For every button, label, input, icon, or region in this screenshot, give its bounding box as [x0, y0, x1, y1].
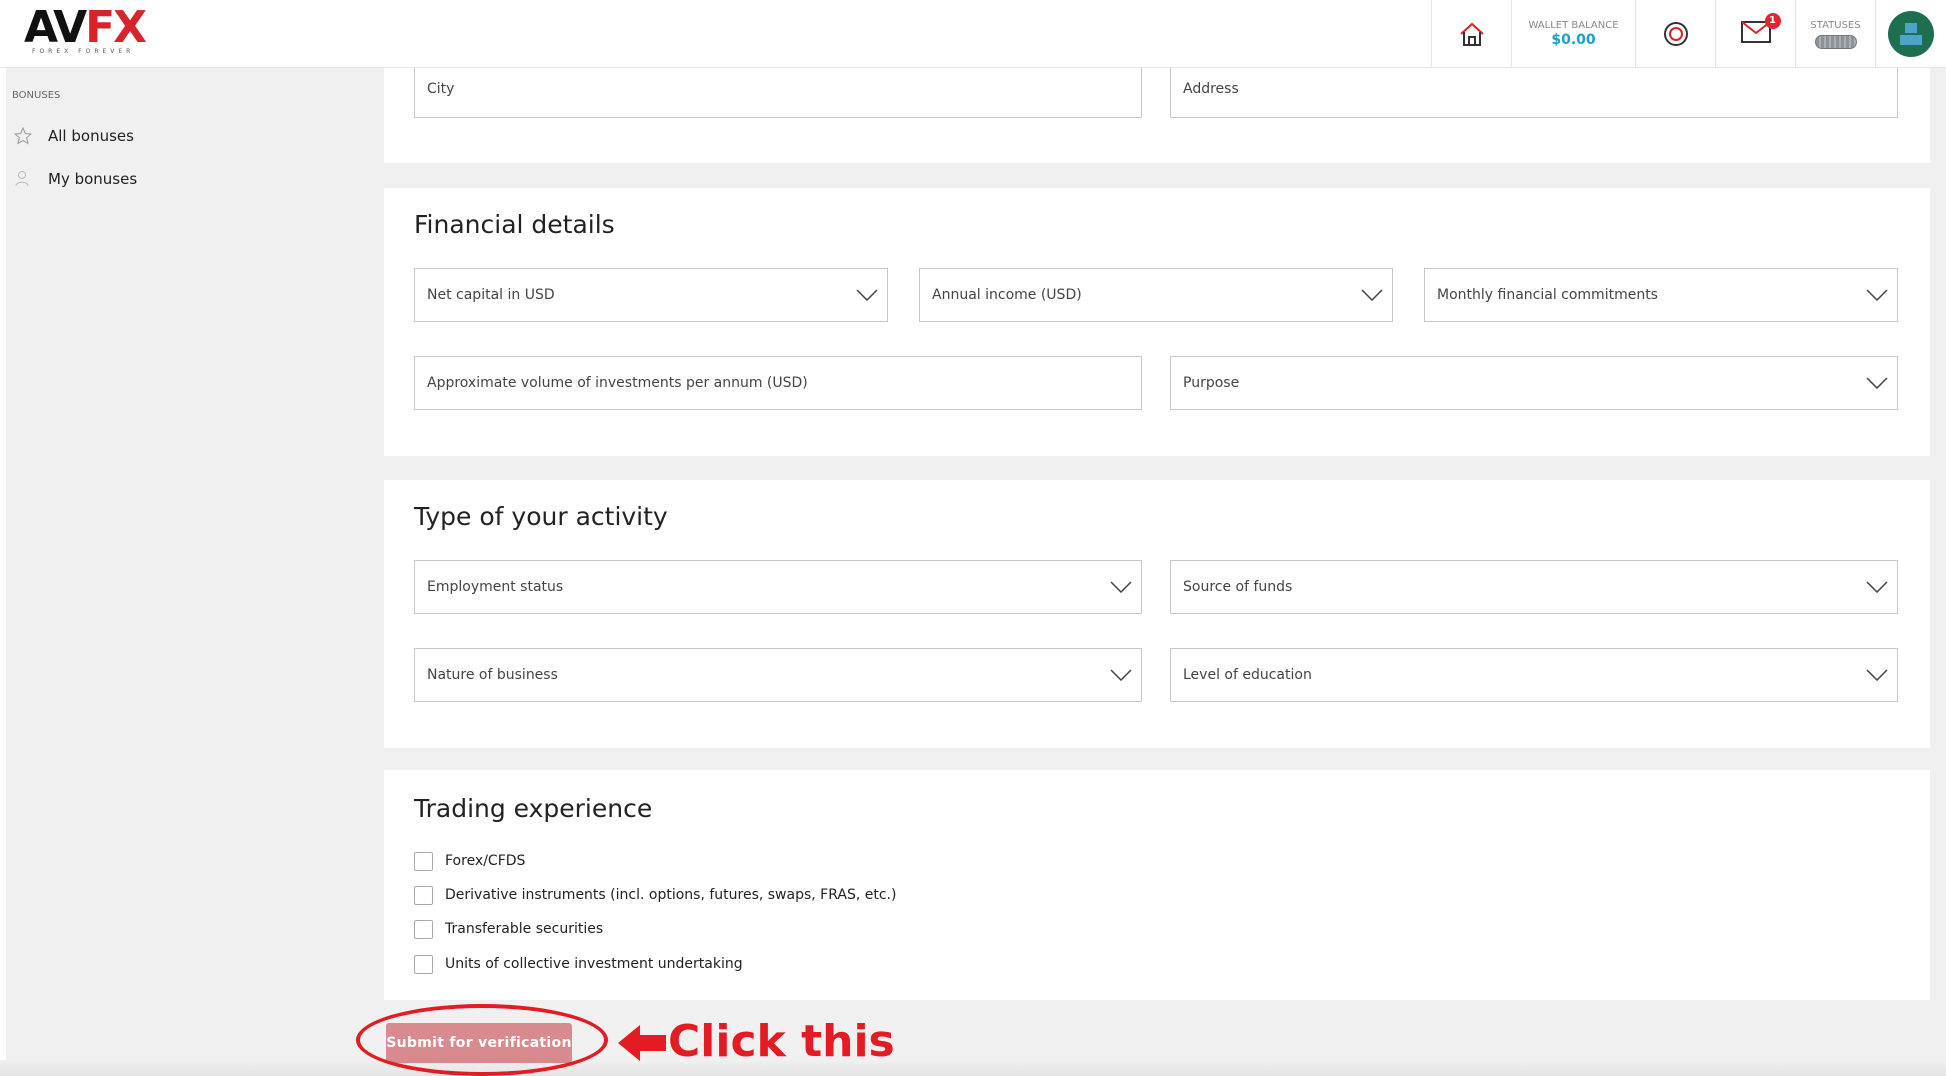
trading-option-derivatives[interactable]: Derivative instruments (incl. options, f…: [414, 884, 896, 906]
annotation-text: Click this: [668, 1016, 895, 1067]
trading-option-forex[interactable]: Forex/CFDS: [414, 850, 525, 872]
home-button[interactable]: [1431, 0, 1511, 68]
sidebar-item-my-bonuses[interactable]: My bonuses: [6, 164, 376, 194]
top-header: AVFX FOREX FOREVER WALLET BALANCE $0.00 …: [0, 0, 1946, 68]
chevron-down-icon: [1101, 648, 1141, 702]
monthly-commitments-select[interactable]: Monthly financial commitments: [1424, 268, 1898, 322]
level-of-education-select[interactable]: Level of education: [1170, 648, 1898, 702]
bottom-shade: [0, 1060, 1946, 1076]
checkbox[interactable]: [414, 919, 433, 939]
purpose-select[interactable]: Purpose: [1170, 356, 1898, 410]
notification-badge: 1: [1764, 13, 1781, 29]
statuses-label: STATUSES: [1810, 19, 1861, 31]
statuses-button[interactable]: STATUSES: [1795, 0, 1875, 68]
wallet-balance[interactable]: WALLET BALANCE $0.00: [1511, 0, 1635, 68]
main-content: City Address Financial details Net capit…: [384, 60, 1946, 1076]
source-of-funds-select[interactable]: Source of funds: [1170, 560, 1898, 614]
wallet-balance-value: $0.00: [1551, 32, 1596, 48]
user-menu[interactable]: [1875, 0, 1946, 68]
messages-button[interactable]: 1: [1715, 0, 1795, 68]
checkbox[interactable]: [414, 851, 433, 871]
arrow-left-icon: [618, 1025, 666, 1061]
user-avatar-icon: [1900, 23, 1922, 45]
trading-experience-title: Trading experience: [414, 794, 653, 823]
trading-option-collective-investment[interactable]: Units of collective investment undertaki…: [414, 953, 743, 975]
support-button[interactable]: [1635, 0, 1715, 68]
chevron-down-icon: [1857, 560, 1897, 614]
chevron-down-icon: [1857, 356, 1897, 410]
city-field[interactable]: City: [414, 60, 1142, 118]
annual-income-select[interactable]: Annual income (USD): [919, 268, 1393, 322]
address-card: City Address: [384, 60, 1930, 163]
employment-status-select[interactable]: Employment status: [414, 560, 1142, 614]
chevron-down-icon: [1101, 560, 1141, 614]
chevron-down-icon: [1857, 648, 1897, 702]
chevron-down-icon: [847, 268, 887, 322]
avfx-logo[interactable]: AVFX FOREX FOREVER: [24, 6, 147, 58]
checkbox[interactable]: [414, 954, 433, 974]
sidebar-heading: BONUSES: [12, 90, 61, 101]
sidebar-item-all-bonuses[interactable]: All bonuses: [6, 121, 376, 151]
avatar: [1888, 11, 1934, 57]
home-icon: [1459, 22, 1484, 46]
highlight-ring: [356, 1004, 608, 1076]
sidebar-item-label: My bonuses: [48, 170, 138, 188]
star-icon: [10, 126, 36, 146]
chevron-down-icon: [1857, 268, 1897, 322]
activity-card: Type of your activity Employment status …: [384, 480, 1930, 748]
sidebar: BONUSES All bonuses My bonuses: [6, 68, 384, 1076]
chevron-down-icon: [1352, 268, 1392, 322]
net-capital-select[interactable]: Net capital in USD: [414, 268, 888, 322]
status-indicator: [1814, 34, 1857, 49]
financial-details-title: Financial details: [414, 210, 615, 239]
lifebuoy-icon: [1663, 22, 1688, 46]
nature-of-business-select[interactable]: Nature of business: [414, 648, 1142, 702]
address-field[interactable]: Address: [1170, 60, 1898, 118]
trading-option-securities[interactable]: Transferable securities: [414, 918, 603, 940]
activity-title: Type of your activity: [414, 502, 668, 531]
checkbox[interactable]: [414, 885, 433, 905]
investment-volume-field[interactable]: Approximate volume of investments per an…: [414, 356, 1142, 410]
wallet-balance-label: WALLET BALANCE: [1528, 20, 1619, 31]
sidebar-item-label: All bonuses: [48, 127, 134, 145]
trading-experience-card: Trading experience Forex/CFDS Derivative…: [384, 770, 1930, 1000]
financial-details-card: Financial details Net capital in USD Ann…: [384, 188, 1930, 456]
user-icon: [10, 169, 36, 189]
